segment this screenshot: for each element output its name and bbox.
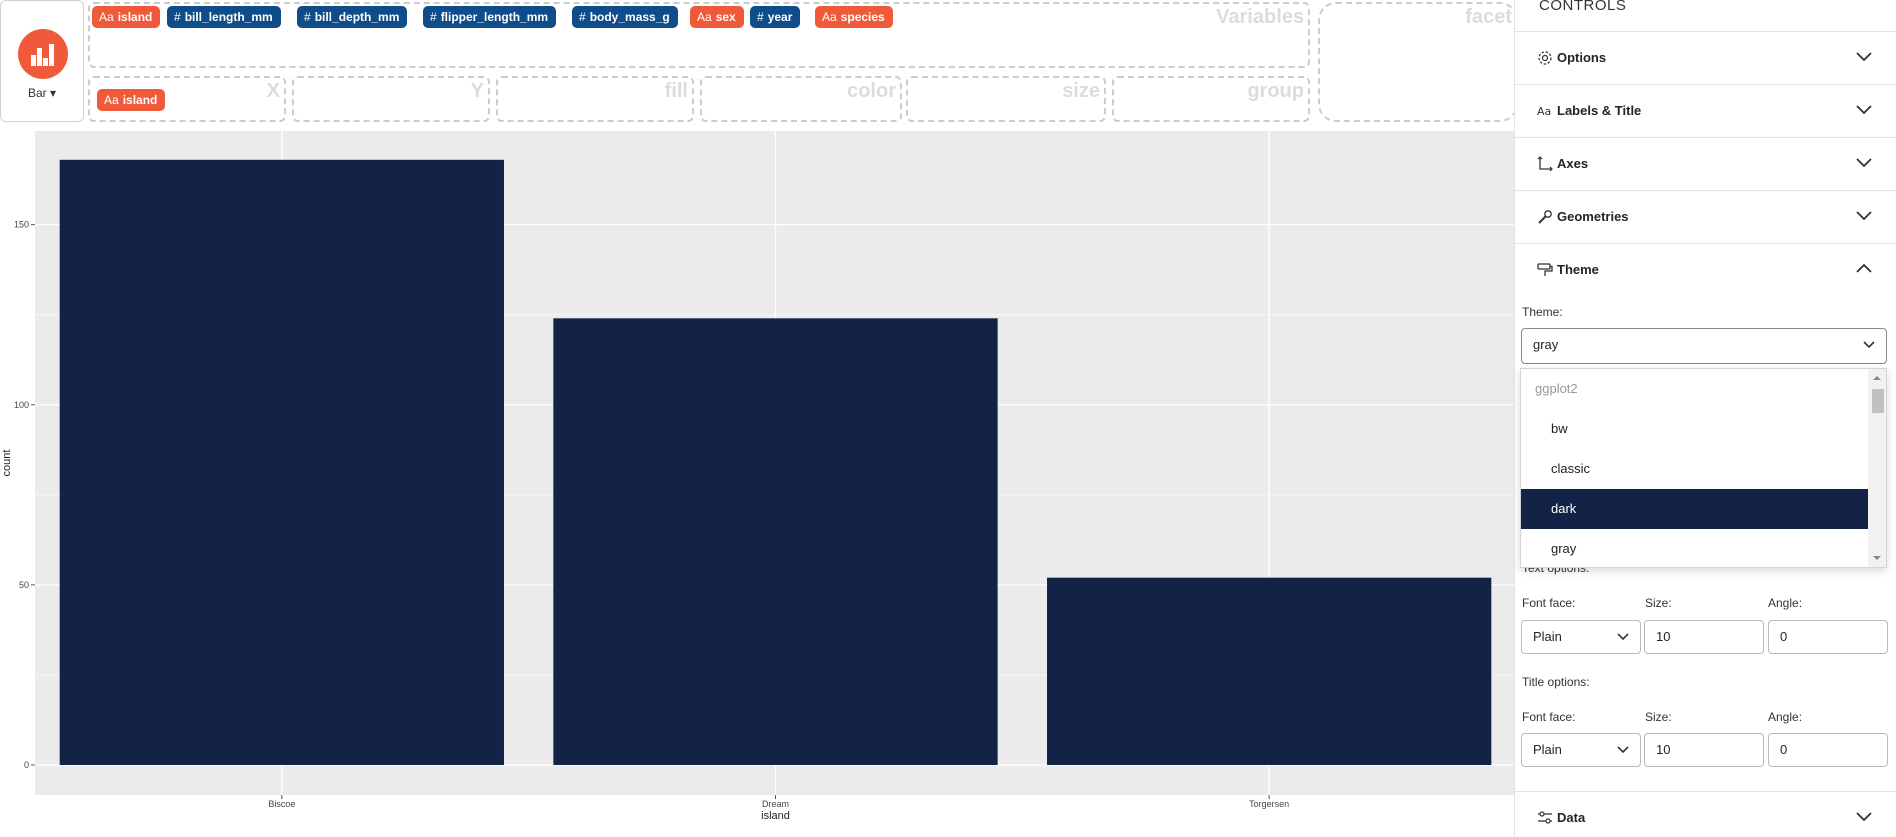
title-font-face-label: Font face: bbox=[1522, 710, 1576, 724]
text-font-face-value: Plain bbox=[1533, 629, 1562, 644]
sliders-icon bbox=[1538, 811, 1552, 824]
dropdown-scrollbar[interactable] bbox=[1868, 369, 1886, 567]
geometries-section-toggle[interactable]: Geometries bbox=[1515, 190, 1896, 243]
paint-roller-icon bbox=[1537, 263, 1553, 276]
chevron-down-icon bbox=[1617, 633, 1629, 641]
controls-title: CONTROLS bbox=[1539, 0, 1627, 14]
chevron-down-icon bbox=[1856, 812, 1872, 822]
theme-label: Theme: bbox=[1522, 305, 1563, 319]
y-tick-label: 50 bbox=[19, 580, 29, 590]
title-angle-label: Angle: bbox=[1768, 710, 1803, 724]
labels-title-section-toggle[interactable]: Aa Labels & Title bbox=[1515, 84, 1896, 137]
y-tick-label: 150 bbox=[14, 220, 29, 230]
y-tick-label: 100 bbox=[14, 400, 29, 410]
scroll-up-arrow-icon[interactable] bbox=[1868, 371, 1886, 385]
axes-section-label: Axes bbox=[1557, 156, 1589, 171]
x-tick-label: Biscoe bbox=[268, 799, 295, 809]
scroll-thumb[interactable] bbox=[1872, 389, 1884, 413]
scroll-down-arrow-icon[interactable] bbox=[1868, 551, 1886, 565]
title-options-label: Title options: bbox=[1522, 675, 1590, 689]
chevron-down-icon bbox=[1863, 341, 1875, 349]
y-axis-title: count bbox=[1, 450, 13, 477]
text-size-label: Size: bbox=[1645, 596, 1672, 610]
bar-dream bbox=[553, 318, 998, 765]
title-font-face-value: Plain bbox=[1533, 742, 1562, 757]
bar-torgersen bbox=[1047, 577, 1492, 765]
theme-option-dark[interactable]: dark bbox=[1521, 489, 1869, 529]
options-section-toggle[interactable]: Options bbox=[1515, 31, 1896, 84]
x-tick-label: Dream bbox=[762, 799, 789, 809]
text-font-face-label: Font face: bbox=[1522, 596, 1576, 610]
bar-chart: 0 50 100 150 Biscoe Dream Torgersen island count bbox=[1, 131, 1516, 822]
theme-option-bw[interactable]: bw bbox=[1521, 409, 1869, 449]
x-axis-title: island bbox=[761, 810, 790, 822]
axes-icon bbox=[1537, 156, 1553, 172]
wrench-icon bbox=[1538, 210, 1552, 224]
options-section-label: Options bbox=[1557, 50, 1607, 65]
theme-section-toggle[interactable]: Theme bbox=[1515, 243, 1896, 296]
labels-title-section-label: Labels & Title bbox=[1557, 103, 1642, 118]
theme-dropdown-menu: ggplot2 bw classic dark gray bbox=[1520, 368, 1887, 568]
text-angle-label: Angle: bbox=[1768, 596, 1803, 610]
title-size-label: Size: bbox=[1645, 710, 1672, 724]
chevron-down-icon bbox=[1856, 158, 1872, 168]
chevron-down-icon bbox=[1856, 105, 1872, 115]
geometries-section-label: Geometries bbox=[1557, 209, 1629, 224]
title-size-input[interactable]: 10 bbox=[1644, 733, 1764, 767]
text-angle-input[interactable]: 0 bbox=[1768, 620, 1888, 654]
x-tick-label: Torgersen bbox=[1249, 799, 1289, 809]
theme-select-value: gray bbox=[1533, 337, 1559, 352]
text-font-face-select[interactable]: Plain bbox=[1521, 620, 1641, 654]
title-angle-input[interactable]: 0 bbox=[1768, 733, 1888, 767]
y-tick-label: 0 bbox=[24, 760, 29, 770]
axes-section-toggle[interactable]: Axes bbox=[1515, 137, 1896, 190]
chevron-down-icon bbox=[1856, 52, 1872, 62]
data-section-label: Data bbox=[1557, 810, 1586, 825]
theme-option-gray[interactable]: gray bbox=[1521, 529, 1869, 569]
dropdown-group-ggplot2: ggplot2 bbox=[1535, 381, 1578, 396]
theme-section-label: Theme bbox=[1557, 262, 1599, 277]
chevron-up-icon bbox=[1856, 263, 1872, 273]
title-font-face-select[interactable]: Plain bbox=[1521, 733, 1641, 767]
gear-icon bbox=[1538, 51, 1552, 65]
text-size-input[interactable]: 10 bbox=[1644, 620, 1764, 654]
esquisse-app: Bar ▾ Variables Aa island # bill_length_mm #… bbox=[0, 0, 1896, 837]
bar-biscoe bbox=[59, 159, 504, 765]
font-icon: Aa bbox=[1537, 105, 1551, 118]
theme-select[interactable]: gray bbox=[1521, 328, 1887, 364]
data-section-toggle[interactable]: Data bbox=[1515, 791, 1896, 837]
svg-text:Aa: Aa bbox=[1537, 105, 1551, 118]
chevron-down-icon bbox=[1856, 211, 1872, 221]
theme-option-classic[interactable]: classic bbox=[1521, 449, 1869, 489]
chevron-down-icon bbox=[1617, 746, 1629, 754]
